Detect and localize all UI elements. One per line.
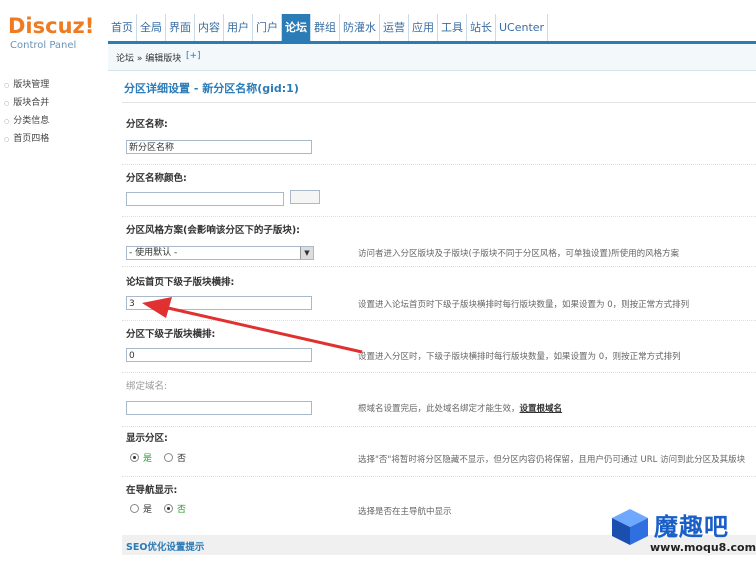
watermark-cn: 魔趣吧: [654, 513, 729, 541]
arrow-head: [142, 297, 172, 318]
watermark-url: www.moqu8.com: [650, 541, 756, 554]
annotation-arrow: [142, 297, 363, 354]
watermark: 魔趣吧 www.moqu8.com: [604, 503, 756, 562]
arrow-line: [167, 306, 363, 354]
cube-logo-icon: [612, 509, 648, 545]
